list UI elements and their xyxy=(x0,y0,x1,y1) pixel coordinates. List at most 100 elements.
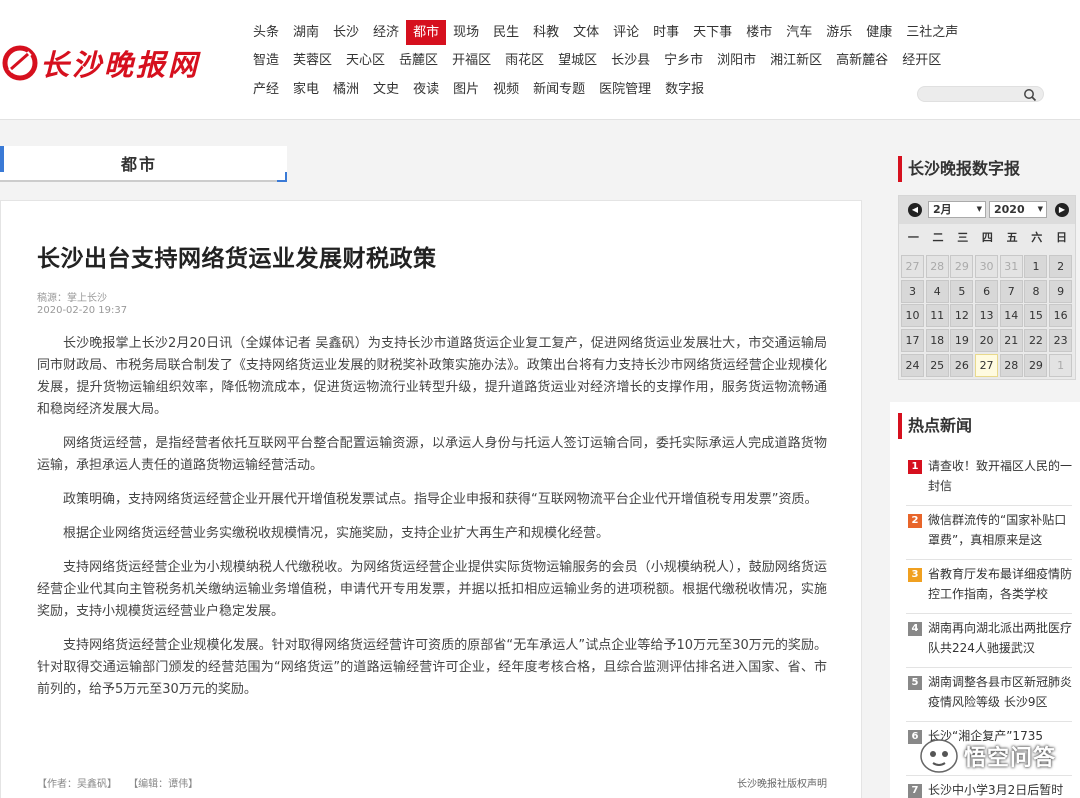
nav-item[interactable]: 高新麓谷 xyxy=(829,48,895,73)
calendar-day[interactable]: 29 xyxy=(1024,353,1048,377)
hot-news-rank: 3 xyxy=(908,568,922,582)
prev-month-icon[interactable]: ◀ xyxy=(908,203,922,217)
nav-item[interactable]: 天下事 xyxy=(686,20,739,45)
nav-item[interactable]: 浏阳市 xyxy=(710,48,763,73)
nav-item[interactable]: 数字报 xyxy=(658,77,711,102)
hot-news-item[interactable]: 4 湖南再向湖北派出两批医疗队共224人驰援武汉 xyxy=(906,614,1072,668)
hot-news-rank: 4 xyxy=(908,622,922,636)
calendar-day[interactable]: 17 xyxy=(901,329,924,353)
watermark: 悟空问答 xyxy=(912,730,1080,790)
nav-item[interactable]: 游乐 xyxy=(819,20,859,45)
calendar-day: 30 xyxy=(975,255,999,278)
calendar-day[interactable]: 12 xyxy=(950,304,974,328)
digital-paper-calendar: ◀ 2月 ▼ 2020 ▼ ▶ 一二三四五六日 27 28 29 30 31 1 2 3 4 5 6… xyxy=(898,195,1076,380)
hot-news-link[interactable]: 湖南调整各县市区新冠肺炎疫情风险等级 长沙9区 xyxy=(928,672,1072,714)
nav-item[interactable]: 医院管理 xyxy=(592,77,658,102)
calendar-day[interactable]: 14 xyxy=(999,304,1023,328)
calendar-day[interactable]: 26 xyxy=(950,353,974,377)
article-editor: 【编辑：谭伟】 xyxy=(128,779,199,790)
calendar-day[interactable]: 16 xyxy=(1049,304,1073,328)
calendar-day[interactable]: 21 xyxy=(999,329,1023,353)
nav-item[interactable]: 芙蓉区 xyxy=(286,48,339,73)
hot-news-link[interactable]: 微信群流传的“国家补贴口罩费”，真相原来是这 xyxy=(928,510,1072,552)
hot-news-link[interactable]: 湖南再向湖北派出两批医疗队共224人驰援武汉 xyxy=(928,618,1072,660)
nav-item[interactable]: 民生 xyxy=(486,20,526,45)
year-select[interactable]: 2020 ▼ xyxy=(989,201,1047,218)
calendar-day[interactable]: 19 xyxy=(950,329,974,353)
hot-news-item[interactable]: 3 省教育厅发布最详细疫情防控工作指南，各类学校 xyxy=(906,560,1072,614)
calendar-day[interactable]: 24 xyxy=(901,353,924,377)
next-month-icon[interactable]: ▶ xyxy=(1055,203,1069,217)
article-paragraph: 长沙晚报掌上长沙2月20日讯（全媒体记者 吴鑫矾）为支持长沙市道路货运企业复工复… xyxy=(37,336,827,417)
nav-item[interactable]: 三社之声 xyxy=(899,20,965,45)
site-logo[interactable]: 长沙晚报网 xyxy=(2,42,200,84)
nav-item[interactable]: 岳麓区 xyxy=(392,48,445,73)
calendar-day[interactable]: 4 xyxy=(925,279,949,303)
search-icon[interactable] xyxy=(1023,88,1037,102)
nav-item[interactable]: 汽车 xyxy=(779,20,819,45)
calendar-day: 27 xyxy=(901,255,924,278)
calendar-day[interactable]: 7 xyxy=(999,279,1023,303)
nav-item[interactable]: 楼市 xyxy=(739,20,779,45)
calendar-day[interactable]: 28 xyxy=(999,353,1023,377)
channel-tab: 都市 xyxy=(0,146,287,182)
nav-item[interactable]: 湖南 xyxy=(286,20,326,45)
nav-item[interactable]: 文史 xyxy=(366,77,406,102)
nav-item[interactable]: 湘江新区 xyxy=(763,48,829,73)
chevron-down-icon: ▼ xyxy=(1037,205,1043,213)
nav-item[interactable]: 时事 xyxy=(646,20,686,45)
calendar-day[interactable]: 3 xyxy=(901,279,924,303)
calendar-day[interactable]: 5 xyxy=(950,279,974,303)
nav-item[interactable]: 都市 xyxy=(406,19,447,45)
nav-item[interactable]: 视频 xyxy=(486,77,526,102)
nav-item[interactable]: 新闻专题 xyxy=(526,77,592,102)
nav-item[interactable]: 产经 xyxy=(246,77,286,102)
calendar-day[interactable]: 6 xyxy=(975,279,999,303)
calendar-day[interactable]: 1 xyxy=(1024,255,1048,278)
nav-item[interactable]: 现场 xyxy=(446,20,486,45)
nav-item[interactable]: 经开区 xyxy=(895,48,948,73)
calendar-day[interactable]: 20 xyxy=(975,329,999,353)
search-input[interactable] xyxy=(917,86,1044,102)
calendar-day[interactable]: 2 xyxy=(1049,255,1073,278)
calendar-day[interactable]: 23 xyxy=(1049,329,1073,353)
nav-item[interactable]: 长沙 xyxy=(326,20,366,45)
nav-item[interactable]: 望城区 xyxy=(551,48,604,73)
nav-item[interactable]: 天心区 xyxy=(339,48,392,73)
nav-item[interactable]: 健康 xyxy=(859,20,899,45)
hot-news-link[interactable]: 省教育厅发布最详细疫情防控工作指南，各类学校 xyxy=(928,564,1072,606)
nav-item[interactable]: 夜读 xyxy=(406,77,446,102)
nav-item[interactable]: 头条 xyxy=(246,20,286,45)
calendar-day: 1 xyxy=(1049,353,1073,377)
nav-item[interactable]: 评论 xyxy=(606,20,646,45)
hot-news-link[interactable]: 请查收！致开福区人民的一封信 xyxy=(928,456,1072,498)
calendar-day[interactable]: 18 xyxy=(925,329,949,353)
calendar-day[interactable]: 13 xyxy=(975,304,999,328)
nav-item[interactable]: 开福区 xyxy=(445,48,498,73)
nav-item[interactable]: 宁乡市 xyxy=(657,48,710,73)
nav-item[interactable]: 图片 xyxy=(446,77,486,102)
hot-news-item[interactable]: 1 请查收！致开福区人民的一封信 xyxy=(906,452,1072,506)
hot-news-item[interactable]: 5 湖南调整各县市区新冠肺炎疫情风险等级 长沙9区 xyxy=(906,668,1072,722)
month-select[interactable]: 2月 ▼ xyxy=(928,201,986,218)
calendar-day[interactable]: 27 xyxy=(975,353,999,377)
calendar-day[interactable]: 11 xyxy=(925,304,949,328)
channel-label: 都市 xyxy=(121,155,158,174)
calendar-day[interactable]: 25 xyxy=(925,353,949,377)
calendar-day[interactable]: 10 xyxy=(901,304,924,328)
calendar-day[interactable]: 22 xyxy=(1024,329,1048,353)
nav-item[interactable]: 科教 xyxy=(526,20,566,45)
calendar-weekdays: 一二三四五六日 xyxy=(901,229,1074,245)
calendar-day[interactable]: 15 xyxy=(1024,304,1048,328)
hot-news-item[interactable]: 2 微信群流传的“国家补贴口罩费”，真相原来是这 xyxy=(906,506,1072,560)
nav-item[interactable]: 家电 xyxy=(286,77,326,102)
nav-item[interactable]: 雨花区 xyxy=(498,48,551,73)
calendar-day[interactable]: 8 xyxy=(1024,279,1048,303)
nav-item[interactable]: 橘洲 xyxy=(326,77,366,102)
calendar-day[interactable]: 9 xyxy=(1049,279,1073,303)
copyright-link[interactable]: 长沙晚报社版权声明 xyxy=(737,775,827,790)
nav-item[interactable]: 长沙县 xyxy=(604,48,657,73)
nav-item[interactable]: 经济 xyxy=(366,20,406,45)
nav-item[interactable]: 文体 xyxy=(566,20,606,45)
nav-item[interactable]: 智造 xyxy=(246,48,286,73)
